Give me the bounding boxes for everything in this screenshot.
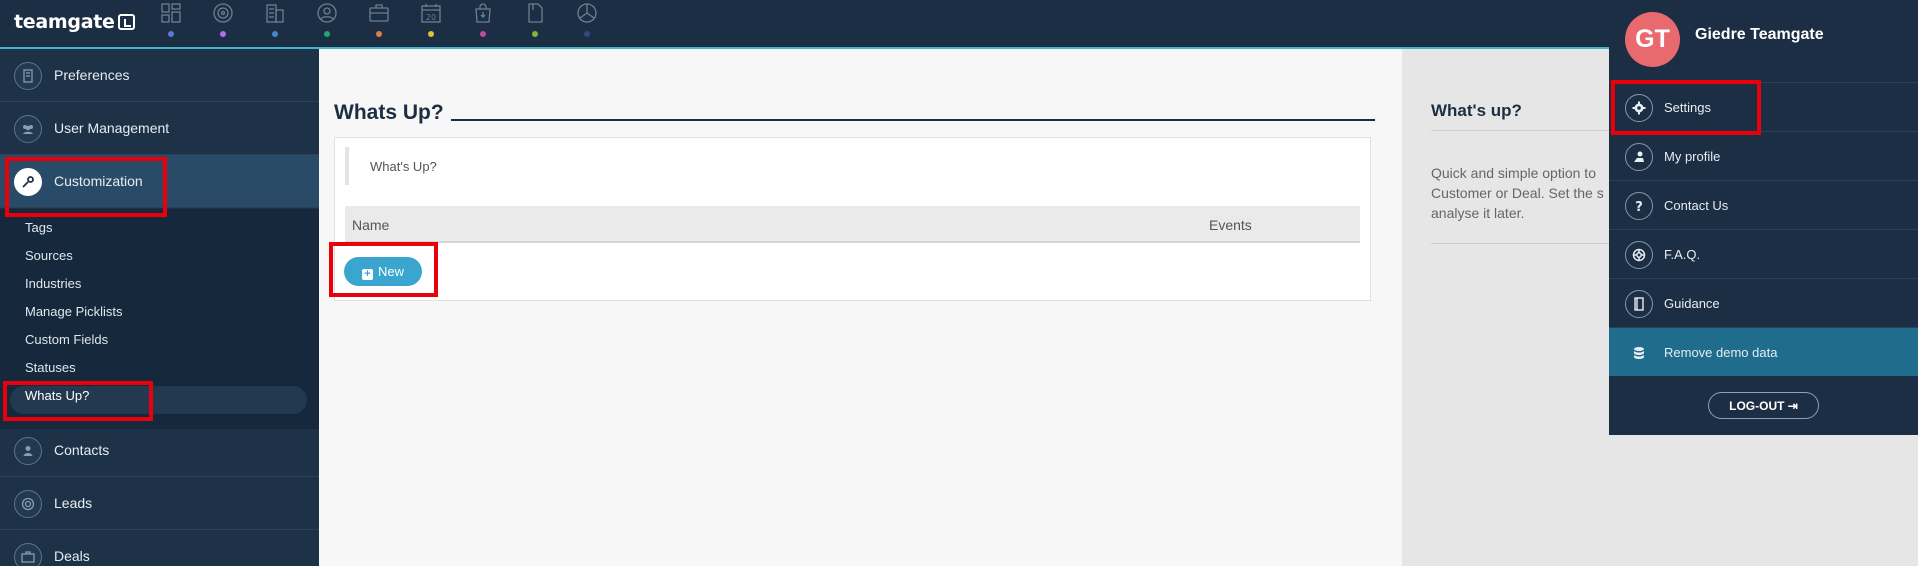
- logout-icon: ⇥: [1787, 398, 1798, 413]
- module-nav: 20: [146, 0, 614, 47]
- submenu-item-industries[interactable]: Industries: [25, 276, 81, 291]
- profile-icon: [1634, 151, 1644, 162]
- contacts-nav-icon: [317, 3, 337, 23]
- briefcase-icon: [369, 4, 389, 22]
- reports-icon: [577, 3, 597, 23]
- submenu-item-whats-up[interactable]: Whats Up?: [25, 388, 89, 403]
- gear-icon: [1632, 101, 1646, 115]
- nav-targets[interactable]: [198, 0, 250, 47]
- nav-documents[interactable]: [510, 0, 562, 47]
- nav-dot: [220, 31, 226, 37]
- avatar[interactable]: GT: [1625, 12, 1680, 67]
- nav-dot: [480, 31, 486, 37]
- logout-button[interactable]: LOG-OUT ⇥: [1708, 392, 1819, 419]
- sidebar-item-leads[interactable]: Leads: [0, 477, 319, 530]
- document-icon: [528, 3, 543, 23]
- target-icon: [213, 3, 233, 23]
- info-title: What's up?: [1431, 101, 1522, 120]
- description-quote: What's Up?: [345, 147, 1360, 185]
- companies-icon: [266, 4, 284, 23]
- whats-up-card: What's Up? Name Events: [334, 137, 1371, 301]
- column-header-events[interactable]: Events: [1209, 217, 1252, 233]
- briefcase-icon: [21, 551, 35, 563]
- nav-dot: [324, 31, 330, 37]
- lifebuoy-icon: [1632, 248, 1646, 262]
- nav-dot: [376, 31, 382, 37]
- submenu-item-statuses[interactable]: Statuses: [25, 360, 76, 375]
- submenu-item-custom-fields[interactable]: Custom Fields: [25, 332, 108, 347]
- nav-dashboard[interactable]: [146, 0, 198, 47]
- nav-dot: [532, 31, 538, 37]
- nav-dot: [168, 31, 174, 37]
- user-menu-dropdown: GT Giedre Teamgate Settings My profile ?…: [1609, 0, 1918, 435]
- nav-dot: [428, 31, 434, 37]
- question-icon: ?: [1635, 200, 1643, 213]
- submenu-item-tags[interactable]: Tags: [25, 220, 52, 235]
- preferences-icon: [23, 69, 33, 83]
- nav-contacts[interactable]: [302, 0, 354, 47]
- database-icon: [1634, 347, 1644, 359]
- target-icon: [21, 497, 35, 511]
- sidebar-item-contacts[interactable]: Contacts: [0, 424, 319, 477]
- teamgate-logo[interactable]: teamgate: [14, 11, 135, 33]
- menu-item-my-profile[interactable]: My profile: [1609, 131, 1918, 180]
- user-name: Giedre Teamgate: [1695, 26, 1824, 43]
- page-title: Whats Up?: [334, 101, 444, 124]
- menu-item-remove-demo-data[interactable]: Remove demo data: [1609, 327, 1918, 376]
- nav-dot: [584, 31, 590, 37]
- nav-deals[interactable]: [354, 0, 406, 47]
- svg-text:?: ?: [1635, 200, 1643, 213]
- wrench-icon: [22, 176, 34, 188]
- users-icon: [23, 125, 33, 134]
- table-header: Name Events: [345, 206, 1360, 243]
- nav-companies[interactable]: [250, 0, 302, 47]
- plus-icon: +: [361, 268, 373, 280]
- submenu-item-manage-picklists[interactable]: Manage Picklists: [25, 304, 123, 319]
- shopping-bag-icon: [475, 3, 491, 23]
- svg-text:20: 20: [426, 13, 436, 22]
- menu-item-guidance[interactable]: Guidance: [1609, 278, 1918, 327]
- nav-products[interactable]: [458, 0, 510, 47]
- sidebar-item-preferences[interactable]: Preferences: [0, 49, 319, 102]
- nav-reports[interactable]: [562, 0, 614, 47]
- nav-calendar[interactable]: 20: [406, 0, 458, 47]
- new-button[interactable]: + New: [344, 257, 422, 286]
- column-header-name[interactable]: Name: [352, 217, 389, 233]
- dashboard-icon: [161, 3, 181, 23]
- settings-sidebar: Preferences User Management Customizatio…: [0, 49, 319, 566]
- menu-item-faq[interactable]: F.A.Q.: [1609, 229, 1918, 278]
- logo-badge-icon: [117, 14, 135, 30]
- menu-item-settings[interactable]: Settings: [1609, 82, 1918, 131]
- title-divider: [451, 119, 1375, 121]
- menu-item-contact-us[interactable]: ? Contact Us: [1609, 180, 1918, 229]
- book-icon: [1634, 297, 1644, 311]
- main-content: Whats Up? What's Up? Name Events: [319, 49, 1402, 566]
- nav-dot: [272, 31, 278, 37]
- sidebar-item-deals[interactable]: Deals: [0, 530, 319, 566]
- calendar-icon: 20: [421, 4, 441, 23]
- submenu-item-sources[interactable]: Sources: [25, 248, 73, 263]
- sidebar-item-customization[interactable]: Customization: [0, 155, 319, 208]
- sidebar-item-user-management[interactable]: User Management: [0, 102, 319, 155]
- person-icon: [23, 446, 33, 456]
- customization-submenu: Tags Sources Industries Manage Picklists…: [0, 209, 319, 429]
